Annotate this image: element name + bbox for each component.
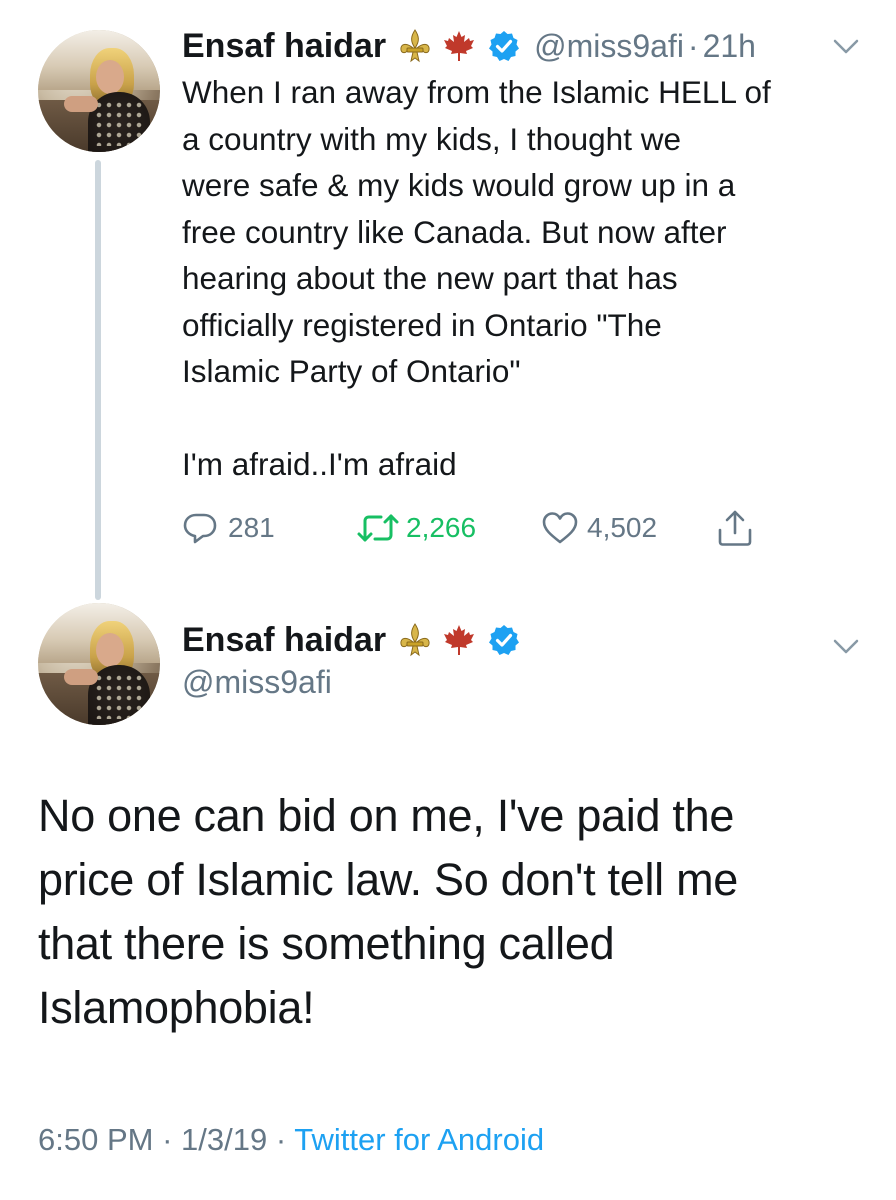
- avatar[interactable]: [38, 603, 160, 725]
- tweet-header: Ensaf haidar: [182, 618, 520, 662]
- like-count: 4,502: [587, 512, 658, 543]
- tweet-text: No one can bid on me, I've paid the pric…: [38, 790, 738, 1033]
- reply-icon: [182, 510, 218, 546]
- chevron-down-icon[interactable]: [832, 638, 860, 656]
- handle[interactable]: @miss9afi: [182, 664, 332, 701]
- timestamp[interactable]: 21h: [703, 28, 756, 65]
- reply-count: 281: [228, 512, 275, 543]
- source-link[interactable]: Twitter for Android: [294, 1122, 544, 1157]
- retweet-button[interactable]: 2,266: [356, 510, 476, 546]
- verified-badge-icon: [488, 624, 520, 656]
- retweet-icon: [356, 510, 400, 546]
- tweet-text: When I ran away from the Islamic HELL of…: [182, 74, 771, 482]
- separator: ·: [275, 1122, 287, 1157]
- avatar[interactable]: [38, 30, 160, 152]
- maple-leaf-icon: [442, 623, 476, 657]
- separator: ·: [687, 27, 699, 64]
- display-name[interactable]: Ensaf haidar: [182, 621, 386, 660]
- tweet-header: Ensaf haidar @miss9afi · 21h: [182, 24, 756, 68]
- fleur-de-lis-icon: [398, 28, 432, 64]
- display-name[interactable]: Ensaf haidar: [182, 27, 386, 66]
- share-button[interactable]: [716, 508, 754, 548]
- thread-line: [95, 160, 101, 600]
- tweet-time: 6:50 PM: [38, 1122, 154, 1157]
- handle[interactable]: @miss9afi: [534, 28, 684, 65]
- tweet-date: 1/3/19: [181, 1122, 268, 1157]
- like-button[interactable]: 4,502: [541, 510, 657, 546]
- maple-leaf-icon: [442, 29, 476, 63]
- verified-badge-icon: [488, 30, 520, 62]
- retweet-count: 2,266: [406, 512, 477, 543]
- chevron-down-icon[interactable]: [832, 38, 860, 56]
- fleur-de-lis-icon: [398, 622, 432, 658]
- share-icon: [716, 508, 754, 548]
- reply-button[interactable]: 281: [182, 510, 275, 546]
- separator: ·: [162, 1122, 173, 1157]
- tweet-meta: 6:50 PM · 1/3/19 · Twitter for Android: [38, 1122, 544, 1158]
- like-icon: [541, 510, 579, 546]
